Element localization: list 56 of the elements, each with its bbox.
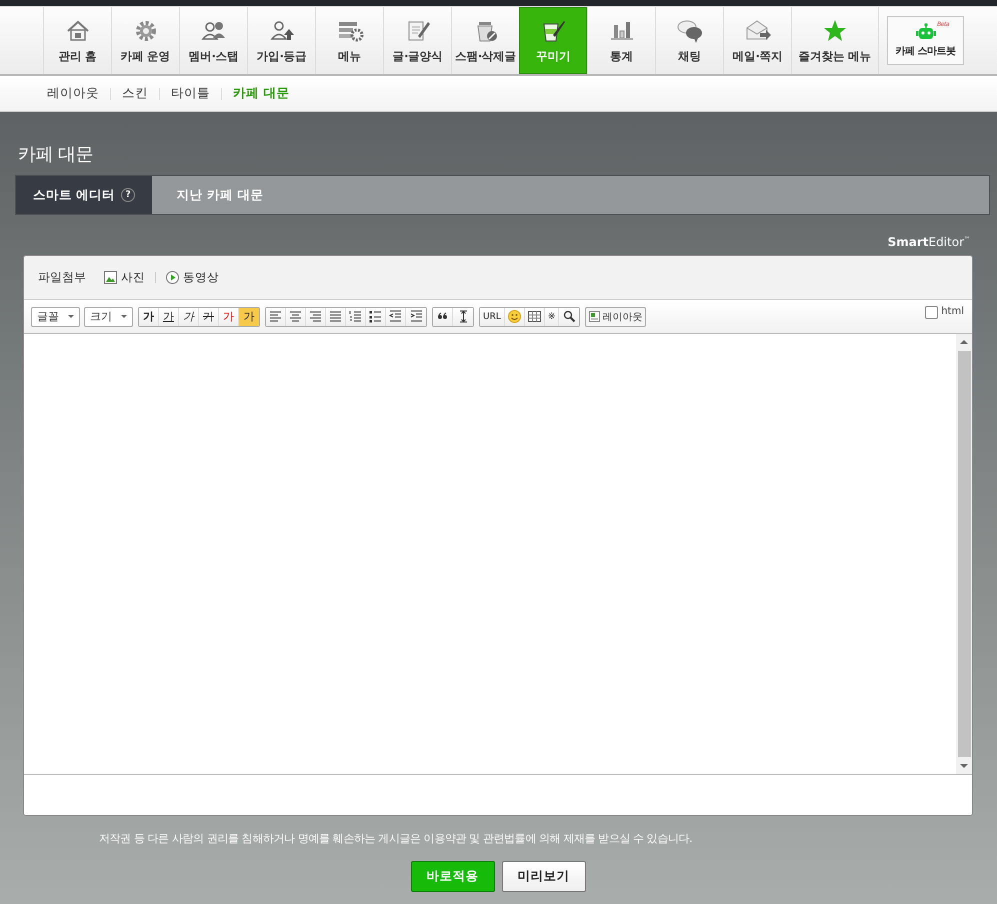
smarteditor-logo: SmartEditor$^{™}$ [888, 235, 970, 249]
outdent-button[interactable] [386, 308, 406, 326]
format-button[interactable]: ※ [544, 308, 560, 326]
line-height-button[interactable] [453, 308, 473, 326]
html-checkbox[interactable] [925, 306, 938, 319]
help-icon[interactable]: ? [121, 188, 136, 202]
nav-tab[interactable]: 통계 [587, 7, 655, 74]
search-button[interactable] [559, 308, 580, 326]
robot-icon [914, 23, 936, 41]
align-left-button[interactable] [266, 308, 286, 326]
bullet-list-icon [367, 308, 384, 325]
nav-tab[interactable]: 채팅 [655, 7, 723, 74]
photo-attach-button[interactable]: 사진 [104, 270, 145, 285]
play-icon [166, 271, 179, 284]
format-button[interactable]: 가 [219, 308, 239, 326]
quote-button[interactable] [433, 308, 453, 326]
emoticon-icon [506, 308, 523, 325]
nav-tab[interactable]: 카페 운영 [111, 7, 179, 74]
nav-tab[interactable]: 가입·등급 [247, 7, 315, 74]
html-label: html [941, 306, 964, 317]
format-button[interactable]: 가 [159, 308, 179, 326]
format-button[interactable]: URL [480, 308, 505, 326]
table-button[interactable] [524, 308, 545, 326]
video-attach-button[interactable]: 동영상 [166, 270, 219, 285]
format-button[interactable]: 가 [179, 308, 199, 326]
format-button[interactable]: 가 [199, 308, 219, 326]
file-attach-label: 파일첨부 [38, 269, 86, 286]
bullet-list-button[interactable] [366, 308, 386, 326]
nav-tab[interactable]: 관리 홈 [43, 7, 111, 74]
picture-icon [104, 271, 117, 284]
justify-button[interactable] [326, 308, 346, 326]
nav-tab[interactable]: 글·글양식 [383, 7, 451, 74]
dropdown[interactable]: 크기 [84, 306, 133, 326]
align-center-button[interactable] [286, 308, 306, 326]
nav-tab[interactable]: 즐겨찾는 메뉴 [791, 7, 879, 74]
nav-tab[interactable]: 메일·쪽지 [723, 7, 791, 74]
format-button[interactable]: 가 [139, 308, 159, 326]
nav-tab[interactable]: 멤버·스탭 [179, 7, 247, 74]
preview-button[interactable]: 미리보기 [502, 861, 586, 892]
subnav-link[interactable]: 스킨 [122, 85, 148, 102]
dropdown[interactable]: 글꼴 [31, 306, 80, 326]
layout-icon [589, 311, 600, 322]
subnav-link[interactable]: 레이아웃 [47, 85, 99, 102]
page-title: 카페 대문 [18, 143, 94, 166]
format-button[interactable]: 가 [239, 308, 259, 326]
subnav-link[interactable]: 타이틀 [171, 85, 210, 102]
align-right-button[interactable] [306, 308, 326, 326]
notice-text: 저작권 등 다른 사람의 권리를 침해하거나 명예를 훼손하는 게시글은 이용약관 및 관련법률에 의해 제재를 받으실 수 있습니다. [99, 831, 694, 846]
numbered-list-button[interactable] [346, 308, 366, 326]
table-icon [526, 308, 543, 325]
nav-tab[interactable]: 메뉴 [315, 7, 383, 74]
indent-button[interactable] [406, 308, 426, 326]
editor-tab[interactable]: 스마트 에디터 ? [16, 176, 152, 214]
emoticon-button[interactable] [504, 308, 525, 326]
scrollbar[interactable] [956, 334, 972, 774]
layout-button[interactable]: 레이아웃 [585, 306, 646, 326]
